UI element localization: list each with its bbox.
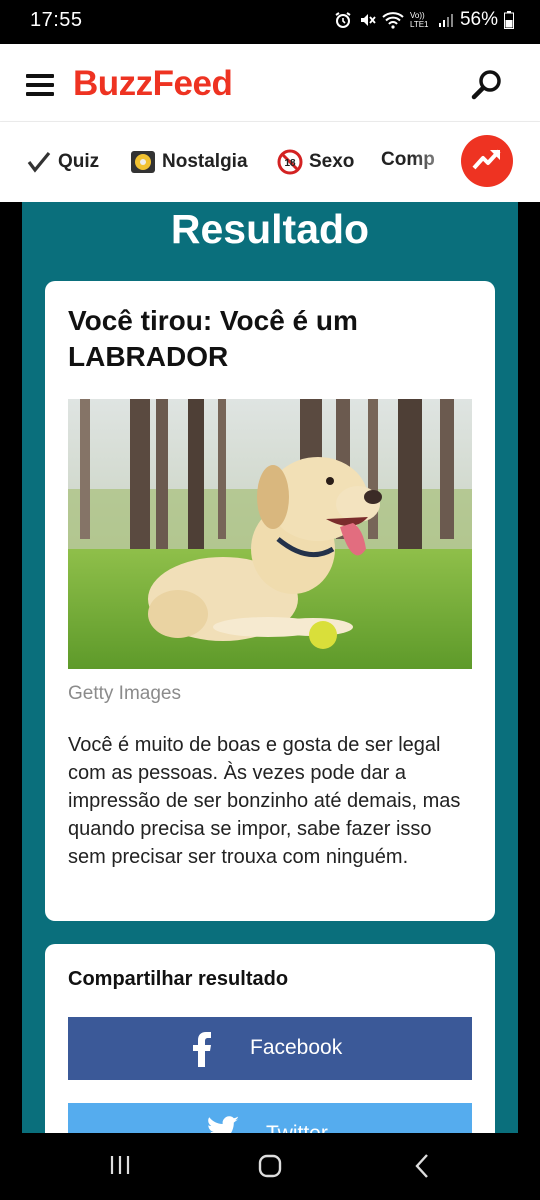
facebook-icon (188, 1031, 214, 1072)
checkmark-icon (26, 149, 52, 175)
eighteen-plus-icon: 18 (277, 149, 303, 175)
battery-text: 56% (459, 9, 498, 30)
cassette-icon (130, 149, 156, 175)
category-sexo[interactable]: 18 Sexo (277, 149, 354, 175)
result-image (68, 399, 472, 669)
category-nav: Quiz Nostalgia 18 Sexo Comp (0, 122, 540, 202)
menu-icon[interactable] (26, 74, 54, 96)
status-time: 17:55 (30, 9, 83, 31)
home-icon[interactable] (257, 1153, 283, 1184)
svg-text:18: 18 (284, 158, 296, 169)
mute-icon (358, 11, 376, 29)
labrador-dog-photo (68, 399, 472, 669)
signal-icon (438, 12, 454, 28)
wifi-icon (382, 11, 404, 29)
status-bar: 17:55 Vo)) LTE1 56% (0, 0, 540, 44)
result-heading: Resultado (170, 206, 370, 252)
battery-icon (504, 11, 514, 29)
category-quiz-label: Quiz (58, 151, 100, 172)
buzzfeed-logo[interactable]: BuzzFeed (73, 64, 233, 104)
search-icon[interactable] (470, 68, 504, 102)
image-credit: Getty Images (68, 683, 181, 704)
trending-button[interactable] (461, 135, 513, 187)
result-description: Você é muito de boas e gosta de ser lega… (68, 734, 461, 868)
system-nav-bar (0, 1133, 540, 1200)
status-icons: Vo)) LTE1 56% (334, 9, 514, 31)
share-title: Compartilhar resultado (68, 968, 289, 990)
back-icon[interactable] (410, 1153, 434, 1184)
result-card: Você tirou: Você é um LABRADOR Getty Ima… (45, 281, 495, 921)
alarm-icon (334, 11, 352, 29)
category-quiz[interactable]: Quiz (26, 149, 99, 175)
facebook-label: Facebook (250, 1036, 343, 1059)
result-title: Você tirou: Você é um LABRADOR (68, 305, 358, 372)
share-card: Compartilhar resultado Facebook Twitter (45, 944, 495, 1144)
site-header: BuzzFeed (0, 44, 540, 122)
category-sexo-label: Sexo (309, 151, 355, 172)
recent-apps-icon[interactable] (108, 1153, 132, 1182)
category-nostalgia[interactable]: Nostalgia (130, 149, 248, 175)
trending-icon (472, 148, 502, 175)
facebook-share-button[interactable]: Facebook (68, 1017, 472, 1080)
category-nostalgia-label: Nostalgia (162, 151, 248, 172)
network-label: Vo)) LTE1 (409, 11, 429, 29)
